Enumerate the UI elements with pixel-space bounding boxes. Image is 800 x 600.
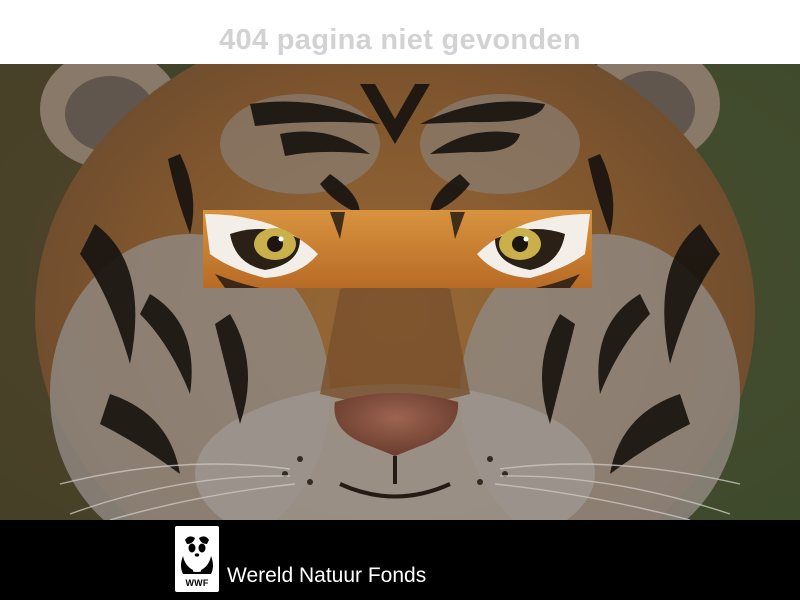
wwf-panda-icon [181, 536, 213, 574]
tiger-illustration [0, 64, 800, 520]
footer: WWF Wereld Natuur Fonds [0, 520, 800, 600]
tiger-image [0, 64, 800, 520]
error-page: 404 pagina niet gevonden WWF Wereld Natu… [0, 0, 800, 600]
wwf-logo[interactable]: WWF [175, 526, 219, 592]
organization-name[interactable]: Wereld Natuur Fonds [227, 564, 426, 588]
tiger-eyes-strip [203, 210, 592, 288]
page-title: 404 pagina niet gevonden [219, 24, 581, 56]
header: 404 pagina niet gevonden [0, 0, 800, 64]
wwf-logo-text: WWF [185, 578, 209, 588]
